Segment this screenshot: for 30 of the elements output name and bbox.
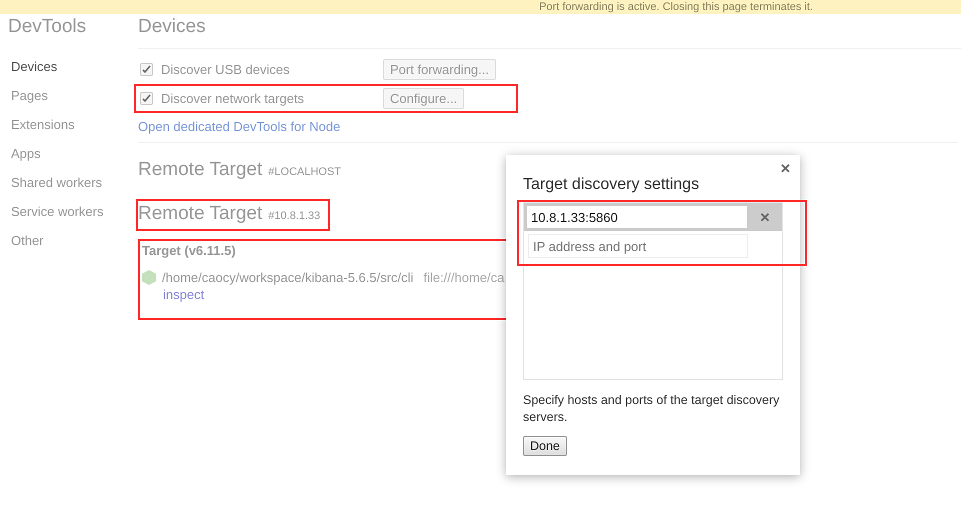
option-label: Discover USB devices (161, 62, 291, 77)
sidebar-item[interactable]: Apps (11, 139, 138, 168)
inspect-link[interactable]: inspect (163, 287, 204, 302)
app-title: DevTools (8, 16, 88, 38)
target-name: Target (v6.11.5) (142, 243, 237, 258)
sidebar-item[interactable]: Devices (11, 52, 138, 81)
remote-target-host: #LOCALHOST (268, 166, 342, 178)
remote-target-host: #10.8.1.33 (268, 210, 320, 222)
close-icon[interactable]: ✕ (780, 161, 791, 176)
sidebar-item[interactable]: Shared workers (11, 168, 138, 197)
sidebar-item[interactable]: Service workers (11, 197, 138, 226)
node-devtools-link[interactable]: Open dedicated DevTools for Node (138, 119, 340, 134)
address-input[interactable]: IP address and port (528, 234, 748, 258)
remote-target-title: Remote Target (138, 203, 262, 225)
sidebar-item[interactable]: Pages (11, 81, 138, 110)
section-title: Devices (138, 16, 961, 49)
banner-text: Port forwarding is active. Closing this page terminates it. (539, 0, 813, 14)
option-label: Discover network targets (161, 91, 306, 106)
option-button[interactable]: Configure... (383, 88, 464, 109)
sidebar-item[interactable]: Extensions (11, 110, 138, 139)
remote-target-title: Remote Target (138, 159, 262, 181)
dialog-hint: Specify hosts and ports of the target discovery servers. (523, 392, 780, 426)
target-path: /home/caocy/workspace/kibana-5.6.5/src/cli (162, 270, 414, 285)
done-button[interactable]: Done (523, 436, 567, 456)
remove-icon[interactable]: ✕ (751, 210, 779, 224)
target-url: file:///home/ca (423, 270, 504, 285)
option-button[interactable]: Port forwarding... (383, 59, 496, 80)
dialog-title: Target discovery settings (523, 176, 700, 194)
address-field[interactable]: 10.8.1.33:5860 (527, 206, 747, 228)
sidebar-item[interactable]: Other (11, 226, 138, 255)
